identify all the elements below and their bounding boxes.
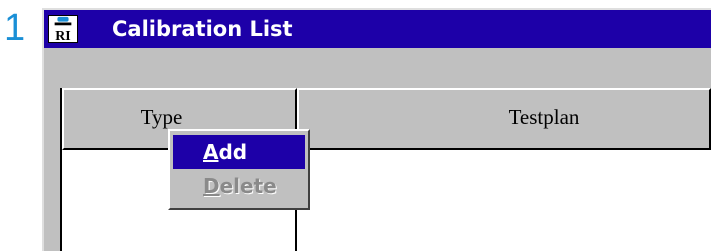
menu-item-delete-accel: D: [203, 174, 220, 198]
menu-item-delete-rest: elete: [219, 174, 277, 198]
step-number: 1: [4, 7, 26, 49]
menu-item-delete[interactable]: Delete: [173, 169, 305, 203]
menu-item-add-accel: A: [203, 140, 219, 164]
window-title: Calibration List: [112, 17, 293, 41]
calibration-list-window: RI Calibration List Type Testplan: [42, 8, 711, 251]
menu-item-add[interactable]: Add: [173, 135, 305, 169]
ri-app-icon[interactable]: RI: [48, 15, 78, 43]
column-header-testplan[interactable]: Testplan: [297, 88, 711, 150]
svg-text:RI: RI: [55, 29, 70, 42]
calibration-grid[interactable]: Type Testplan: [60, 88, 711, 251]
context-menu: Add Delete: [168, 129, 310, 210]
grid-header: Type Testplan: [62, 88, 711, 150]
title-bar[interactable]: RI Calibration List: [44, 10, 711, 48]
menu-item-add-rest: dd: [218, 140, 248, 164]
